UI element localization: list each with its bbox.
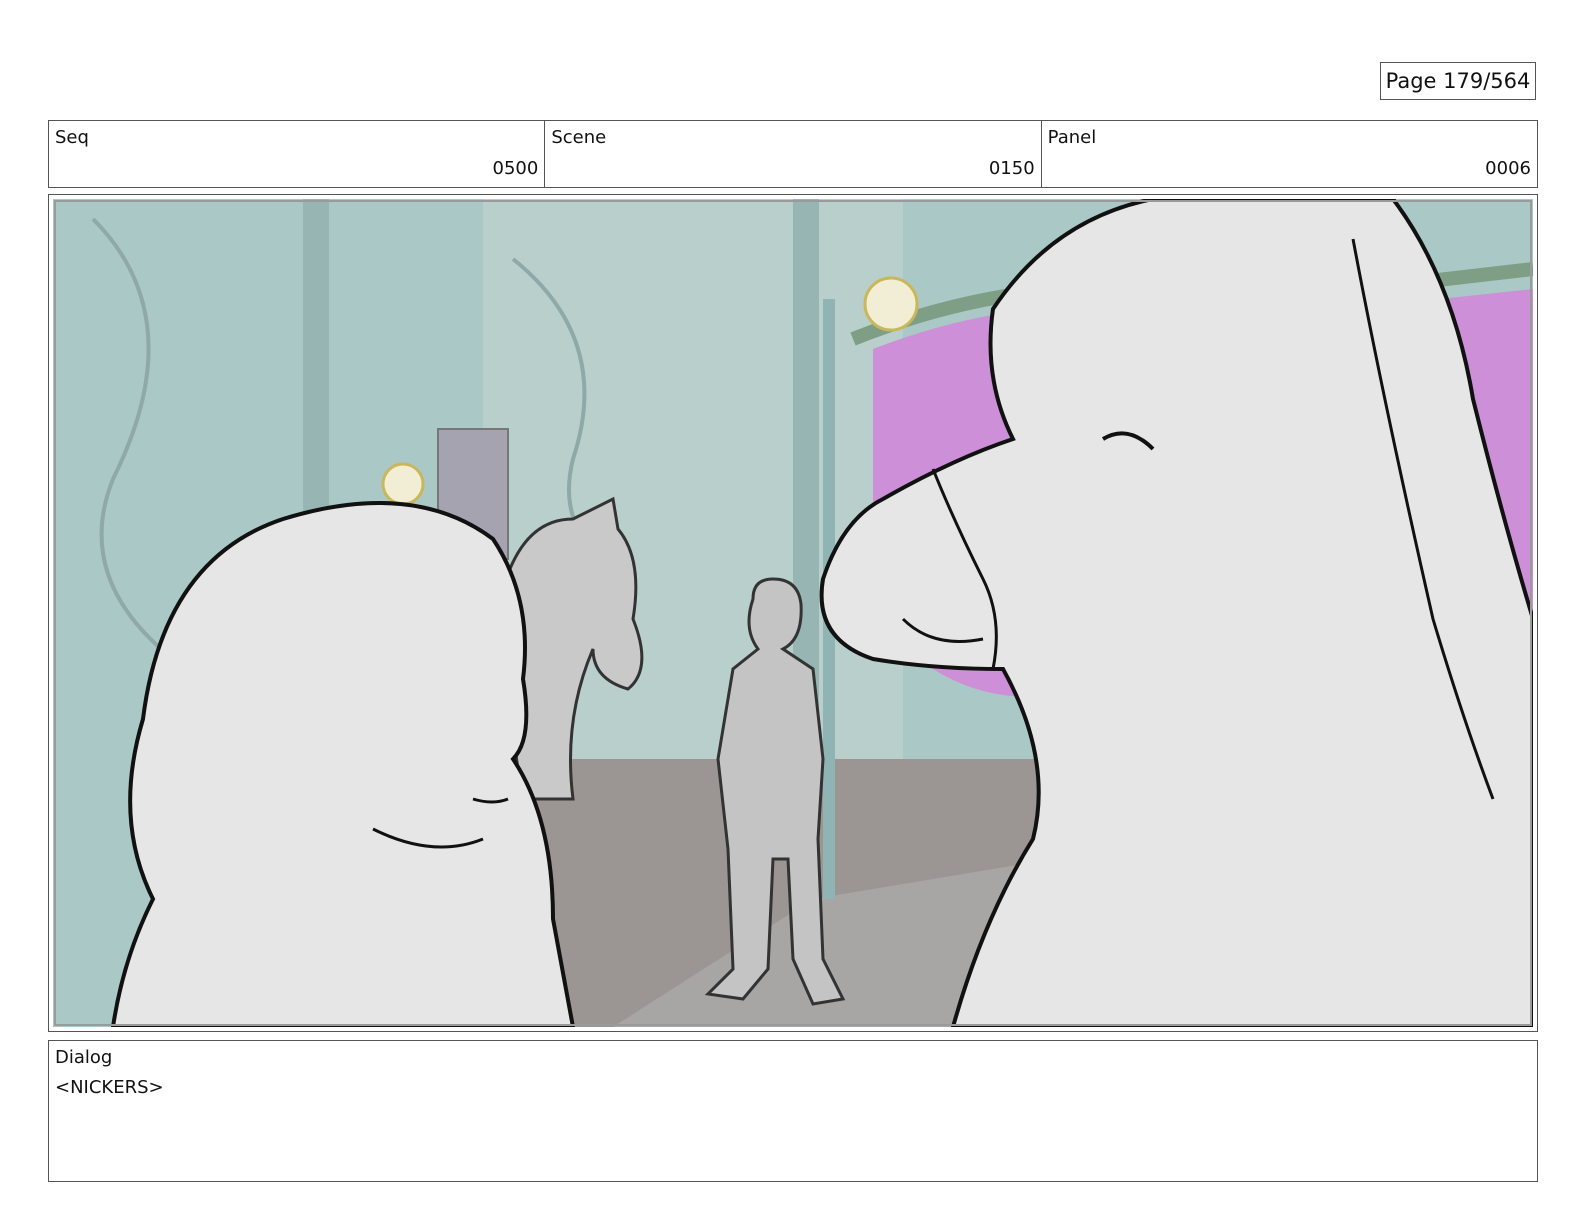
storyboard-illustration xyxy=(53,199,1533,1027)
dialog-label: Dialog xyxy=(55,1047,113,1068)
scene-label: Scene xyxy=(551,127,607,148)
dialog-box: Dialog <NICKERS> xyxy=(48,1040,1538,1182)
panel-label: Panel xyxy=(1047,127,1097,148)
dialog-text: <NICKERS> xyxy=(55,1077,164,1098)
storyboard-frame xyxy=(48,194,1538,1032)
panel-cell: Panel 0006 xyxy=(1042,121,1537,187)
panel-value: 0006 xyxy=(1485,158,1531,179)
shot-info-header: Seq 0500 Scene 0150 Panel 0006 xyxy=(48,120,1538,188)
lamp-globe-right xyxy=(863,276,919,332)
scene-value: 0150 xyxy=(988,158,1035,179)
scene-cell: Scene 0150 xyxy=(545,121,1042,187)
seq-value: 0500 xyxy=(492,158,539,179)
seq-cell: Seq 0500 xyxy=(49,121,546,187)
lamp-globe-left xyxy=(381,462,425,506)
page-number: Page 179/564 xyxy=(1380,62,1536,100)
seq-label: Seq xyxy=(55,127,89,148)
